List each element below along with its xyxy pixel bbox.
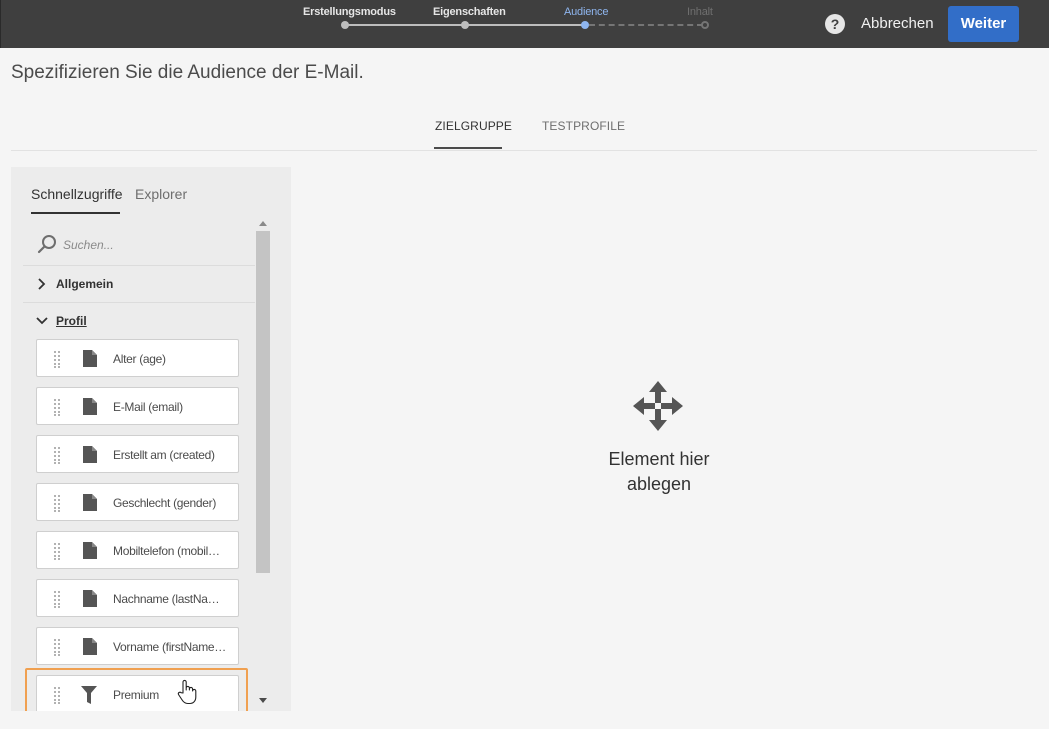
page-title: Spezifizieren Sie die Audience der E-Mai…	[11, 62, 364, 83]
panel-scrollbar[interactable]	[256, 218, 270, 708]
progress-track-remaining	[589, 24, 703, 26]
item-label: Geschlecht (gender)	[113, 496, 217, 510]
filter-icon	[81, 686, 97, 704]
chevron-down-icon	[36, 317, 48, 325]
list-item-lastname[interactable]: Nachname (lastNa…	[36, 579, 239, 617]
step-audience[interactable]: Audience	[564, 6, 608, 18]
search-input[interactable]	[63, 234, 243, 256]
drop-zone[interactable]: Element hier ablegen	[291, 167, 1037, 711]
drag-handle-icon[interactable]	[53, 590, 61, 608]
document-icon	[83, 446, 97, 463]
item-label: Vorname (firstName…	[113, 640, 226, 654]
document-icon	[83, 350, 97, 367]
step-dot-eigenschaften	[461, 21, 469, 29]
step-dot-inhalt	[701, 21, 709, 29]
drag-handle-icon[interactable]	[53, 686, 61, 704]
search-icon	[37, 235, 56, 254]
step-dot-erstellungsmodus	[341, 21, 349, 29]
drop-zone-line-2: ablegen	[626, 474, 692, 494]
document-icon	[83, 638, 97, 655]
document-icon	[83, 542, 97, 559]
chevron-right-icon	[38, 278, 46, 290]
scroll-up-arrow-icon[interactable]	[259, 221, 267, 226]
drop-zone-line-1: Element hier	[608, 449, 710, 469]
document-icon	[83, 590, 97, 607]
drag-handle-icon[interactable]	[53, 638, 61, 656]
drag-handle-icon[interactable]	[53, 542, 61, 560]
drag-handle-icon[interactable]	[53, 446, 61, 464]
panel-active-tab-indicator	[31, 212, 120, 214]
step-eigenschaften[interactable]: Eigenschaften	[433, 6, 506, 18]
tab-schnellzugriffe[interactable]: Schnellzugriffe	[31, 186, 123, 202]
list-item-created[interactable]: Erstellt am (created)	[36, 435, 239, 473]
section-profil[interactable]: Profil	[23, 303, 255, 340]
item-label: E-Mail (email)	[113, 400, 183, 414]
wizard-header: Erstellungsmodus Eigenschaften Audience …	[0, 0, 1049, 48]
tab-zielgruppe[interactable]: ZIELGRUPPE	[435, 119, 512, 133]
tab-explorer[interactable]: Explorer	[135, 186, 187, 202]
item-label: Alter (age)	[113, 352, 166, 366]
next-button[interactable]: Weiter	[948, 6, 1019, 42]
document-icon	[83, 494, 97, 511]
drag-handle-icon[interactable]	[53, 494, 61, 512]
step-inhalt: Inhalt	[687, 6, 713, 18]
move-arrows-icon	[633, 381, 683, 431]
step-erstellungsmodus[interactable]: Erstellungsmodus	[303, 6, 396, 18]
item-label: Erstellt am (created)	[113, 448, 215, 462]
section-label: Profil	[56, 314, 87, 328]
list-item-email[interactable]: E-Mail (email)	[36, 387, 239, 425]
cancel-button[interactable]: Abbrechen	[861, 15, 934, 32]
list-item-gender[interactable]: Geschlecht (gender)	[36, 483, 239, 521]
list-item-premium[interactable]: Premium	[36, 675, 239, 711]
list-item-mobile[interactable]: Mobiltelefon (mobil…	[36, 531, 239, 569]
scrollbar-thumb[interactable]	[256, 231, 270, 573]
list-item-firstname[interactable]: Vorname (firstName…	[36, 627, 239, 665]
tabs-divider	[11, 150, 1037, 151]
drop-zone-label: Element hier ablegen	[291, 447, 1027, 497]
help-icon[interactable]: ?	[825, 14, 845, 34]
drag-handle-icon[interactable]	[53, 350, 61, 368]
item-label: Nachname (lastNa…	[113, 592, 220, 606]
active-tab-indicator	[434, 147, 502, 149]
document-icon	[83, 398, 97, 415]
step-dot-audience	[581, 21, 589, 29]
section-label: Allgemein	[56, 277, 114, 291]
search-box	[23, 222, 255, 266]
drag-handle-icon[interactable]	[53, 398, 61, 416]
scroll-down-arrow-icon[interactable]	[259, 698, 267, 703]
list-item-alter[interactable]: Alter (age)	[36, 339, 239, 377]
item-label: Premium	[113, 688, 159, 702]
palette-panel: Schnellzugriffe Explorer Allgemein Profi…	[11, 167, 291, 711]
section-allgemein[interactable]: Allgemein	[23, 266, 255, 303]
tab-testprofile[interactable]: TESTPROFILE	[542, 119, 625, 133]
hand-cursor-icon	[177, 679, 197, 705]
item-label: Mobiltelefon (mobil…	[113, 544, 220, 558]
